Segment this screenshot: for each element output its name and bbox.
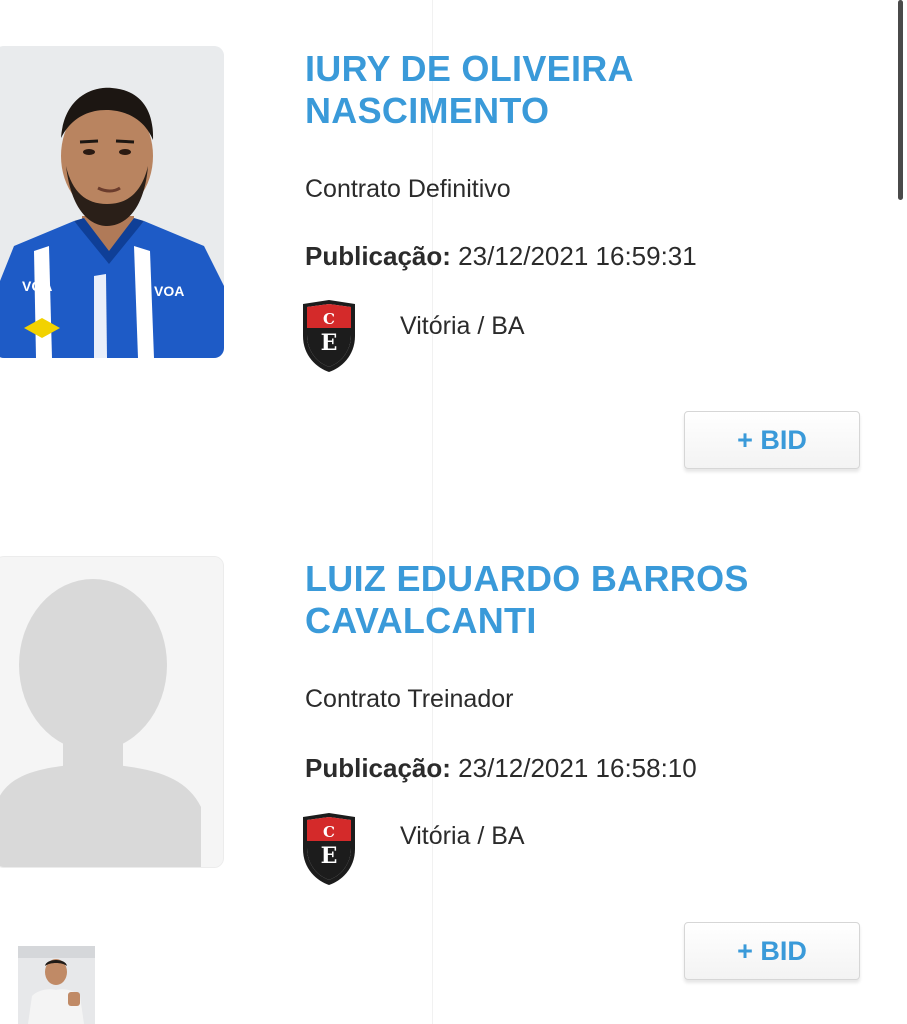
player-photo-thumbnail <box>18 946 95 1024</box>
player-name-line2: CAVALCANTI <box>305 600 537 641</box>
svg-text:VOA: VOA <box>22 278 52 294</box>
player-card: LUIZ EDUARDO BARROS CAVALCANTI Contrato … <box>0 510 907 1020</box>
club-crest-icon: E C <box>303 813 355 885</box>
player-name-line1: LUIZ EDUARDO BARROS <box>305 558 749 599</box>
club-name: Vitória / BA <box>400 822 525 850</box>
svg-text:C: C <box>323 823 335 841</box>
svg-text:E: E <box>321 330 338 356</box>
publication-label: Publicação: <box>305 753 451 783</box>
player-name-line2: NASCIMENTO <box>305 90 550 131</box>
svg-text:E: E <box>321 843 338 869</box>
player-name-line1: IURY DE OLIVEIRA <box>305 48 634 89</box>
publication-info: Publicação: 23/12/2021 16:59:31 <box>305 240 697 272</box>
svg-text:VOA: VOA <box>154 283 184 299</box>
player-name[interactable]: LUIZ EDUARDO BARROS CAVALCANTI <box>305 558 865 642</box>
publication-label: Publicação: <box>305 241 451 271</box>
club-crest-icon: E C <box>303 300 355 372</box>
page: VOA VOA IURY DE OLIVEIRA NASCIMENTO Cont… <box>0 0 907 1024</box>
player-name[interactable]: IURY DE OLIVEIRA NASCIMENTO <box>305 48 865 132</box>
player-photo-illustration: VOA VOA <box>0 46 224 358</box>
bid-button[interactable]: + BID <box>684 922 860 980</box>
bid-button[interactable]: + BID <box>684 411 860 469</box>
avatar-silhouette <box>0 557 223 867</box>
player-photo: VOA VOA <box>0 46 224 358</box>
publication-info: Publicação: 23/12/2021 16:58:10 <box>305 752 697 784</box>
contract-type: Contrato Definitivo <box>305 175 511 203</box>
club-name: Vitória / BA <box>400 312 525 340</box>
player-card: VOA VOA IURY DE OLIVEIRA NASCIMENTO Cont… <box>0 0 907 510</box>
contract-type: Contrato Treinador <box>305 685 514 713</box>
placeholder-photo <box>0 556 224 868</box>
publication-datetime: 23/12/2021 16:59:31 <box>458 241 697 271</box>
player-photo-illustration <box>18 946 95 1024</box>
publication-datetime: 23/12/2021 16:58:10 <box>458 753 697 783</box>
svg-text:C: C <box>323 310 335 328</box>
